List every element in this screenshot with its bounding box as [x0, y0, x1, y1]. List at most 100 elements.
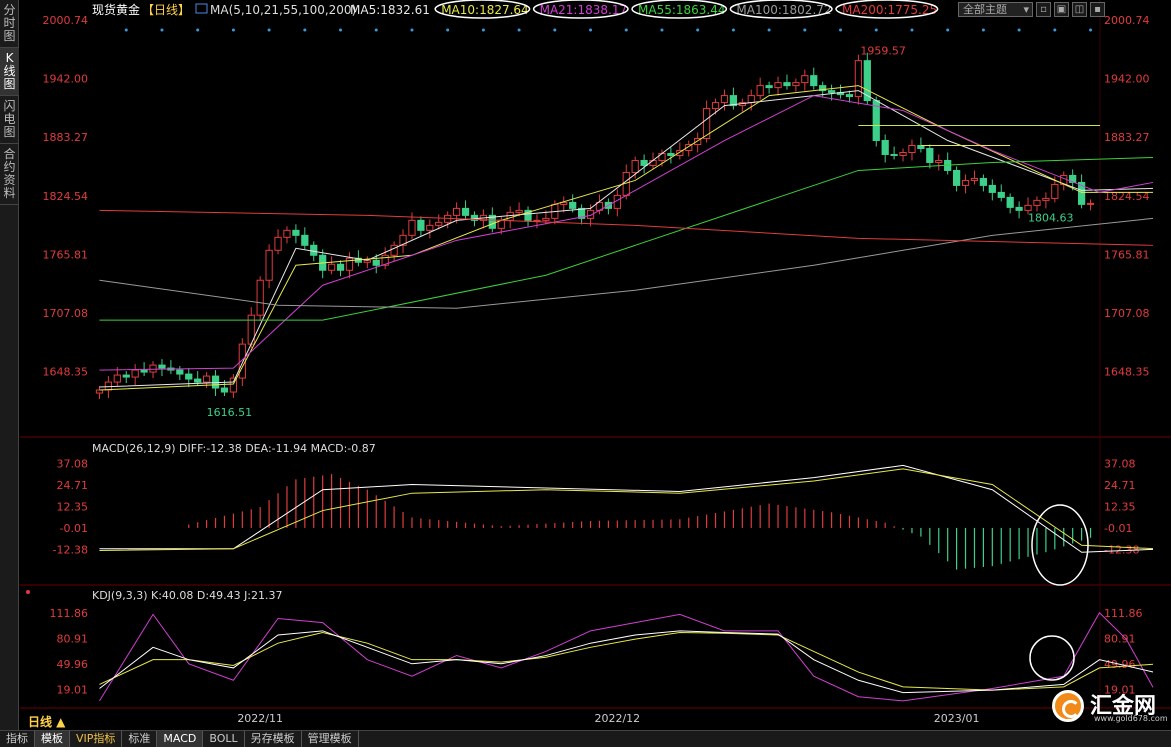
tab-save-template[interactable]: 另存模板	[245, 731, 302, 747]
layout-button-4[interactable]: ▪	[1090, 2, 1105, 17]
kdj-marker-dot	[26, 590, 30, 594]
x-label-1: 2022/12	[594, 712, 640, 725]
kdj-j-line	[99, 611, 1154, 702]
candle-body-12	[202, 375, 211, 383]
sidebar-tab-timeshare[interactable]: 分时图	[0, 0, 19, 48]
macd-highlight-circle	[1031, 504, 1089, 586]
event-dot-7	[160, 28, 164, 32]
candle-body-79	[801, 75, 809, 84]
layout-button-1[interactable]: ▫	[1036, 2, 1051, 17]
candle-body-84	[845, 94, 854, 98]
candle-body-98	[970, 177, 979, 181]
event-dot-111	[1089, 28, 1093, 32]
event-dot-11	[196, 28, 200, 32]
candle-body-102	[1006, 196, 1014, 208]
candle-body-111	[1086, 202, 1095, 205]
layout-button-3[interactable]: ◫	[1072, 2, 1087, 17]
event-dot-19	[267, 28, 271, 32]
macd-dea-line	[99, 468, 1154, 551]
kdj-tick-left-0: 111.86	[50, 607, 89, 620]
gold678-logo: 汇金网 www.gold678.com	[1052, 686, 1168, 728]
tab-manage-template[interactable]: 管理模板	[302, 731, 359, 747]
kdj-tick-left-1: 80.91	[57, 632, 89, 645]
logo-url: www.gold678.com	[1094, 714, 1168, 723]
candle-body-53	[569, 201, 577, 209]
candle-body-60	[631, 159, 639, 173]
candle-body-10	[185, 373, 193, 380]
tab-standard[interactable]: 标准	[122, 731, 158, 747]
candle-body-20	[274, 236, 282, 251]
candle-body-64	[667, 152, 675, 156]
event-dot-39	[446, 28, 450, 32]
price-tick-right-6: 1648.35	[1104, 366, 1150, 379]
candle-body-19	[265, 249, 273, 281]
price-tick-left-3: 1824.54	[43, 190, 89, 203]
event-dot-51	[553, 28, 557, 32]
layout-button-2[interactable]: ▣	[1054, 2, 1069, 17]
candle-body-4	[131, 369, 139, 378]
candle-body-70	[720, 95, 729, 104]
candle-body-97	[961, 179, 970, 186]
candle-body-21	[283, 229, 291, 238]
candle-body-5	[140, 369, 148, 373]
candle-body-38	[435, 221, 443, 226]
kdj-highlight-circle	[1029, 635, 1075, 681]
period-label[interactable]: 日线 ▲	[28, 713, 65, 730]
price-tick-left-0: 2000.74	[43, 14, 89, 27]
candle-body-23	[301, 234, 309, 246]
event-dot-3	[124, 28, 128, 32]
candle-body-35	[408, 219, 416, 236]
ma21-line	[99, 95, 1154, 371]
candle-body-9	[176, 369, 184, 375]
candle-body-73	[747, 95, 755, 104]
candle-body-40	[452, 207, 461, 216]
tab-boll[interactable]: BOLL	[203, 731, 245, 747]
header-ma-params: MA(5,10,21,55,100,200)	[210, 3, 356, 17]
candle-body-88	[881, 140, 889, 155]
sidebar-tab-kline[interactable]: K线图	[0, 48, 19, 96]
candle-body-100	[988, 184, 996, 193]
event-dot-95	[946, 28, 950, 32]
candle-body-6	[149, 364, 157, 373]
sidebar: 分时图 K线图 闪电图 合约资料	[0, 0, 19, 730]
price-tick-left-2: 1883.27	[43, 131, 89, 144]
tab-vip-indicator[interactable]: VIP指标	[70, 731, 123, 747]
candle-body-69	[711, 102, 720, 110]
theme-select[interactable]: 全部主题	[958, 2, 1033, 17]
price-tick-left-4: 1765.81	[43, 248, 89, 261]
macd-tick-right-0: 37.08	[1104, 458, 1136, 471]
tab-template[interactable]: 模板	[35, 731, 70, 747]
event-dot-75	[767, 28, 771, 32]
candle-body-13	[211, 375, 220, 389]
candle-body-11	[194, 378, 202, 383]
candle-body-18	[256, 279, 264, 316]
event-dot-67	[696, 28, 700, 32]
kdj-label: KDJ(9,3,3) K:40.08 D:49.43 J:21.37	[92, 589, 283, 602]
macd-diff-line	[99, 464, 1154, 553]
tab-macd[interactable]: MACD	[157, 731, 204, 747]
price-tick-left-1: 1942.00	[43, 73, 89, 86]
sidebar-tab-contract[interactable]: 合约资料	[0, 144, 19, 205]
candle-body-7	[158, 364, 166, 369]
event-dot-79	[803, 28, 807, 32]
event-dot-63	[660, 28, 664, 32]
tab-indicator[interactable]: 指标	[0, 731, 35, 747]
candle-body-78	[792, 82, 800, 87]
candle-body-3	[122, 374, 130, 378]
candle-body-24	[310, 244, 318, 256]
bottom-bar: 指标 模板 VIP指标 标准 MACD BOLL 另存模板 管理模板	[0, 730, 1171, 747]
ma5-line	[99, 90, 1154, 388]
macd-tick-right-1: 24.71	[1104, 479, 1136, 492]
annot-recent-low: 1804.63	[1028, 211, 1074, 224]
candle-body-89	[890, 153, 898, 156]
candle-body-0	[95, 389, 104, 394]
candle-body-76	[774, 82, 782, 89]
sidebar-tab-flash[interactable]: 闪电图	[0, 96, 19, 144]
chart-area[interactable]: 2000.74 2000.74 1942.00 1942.00 1883.27 1883.…	[20, 0, 1171, 730]
event-dot-87	[874, 28, 878, 32]
macd-tick-left-4: -12.38	[53, 543, 88, 556]
price-tick-right-2: 1883.27	[1104, 131, 1150, 144]
header-ma-icon	[195, 3, 208, 14]
gold678-logo-icon	[1052, 690, 1084, 722]
price-tick-right-4: 1765.81	[1104, 248, 1150, 261]
